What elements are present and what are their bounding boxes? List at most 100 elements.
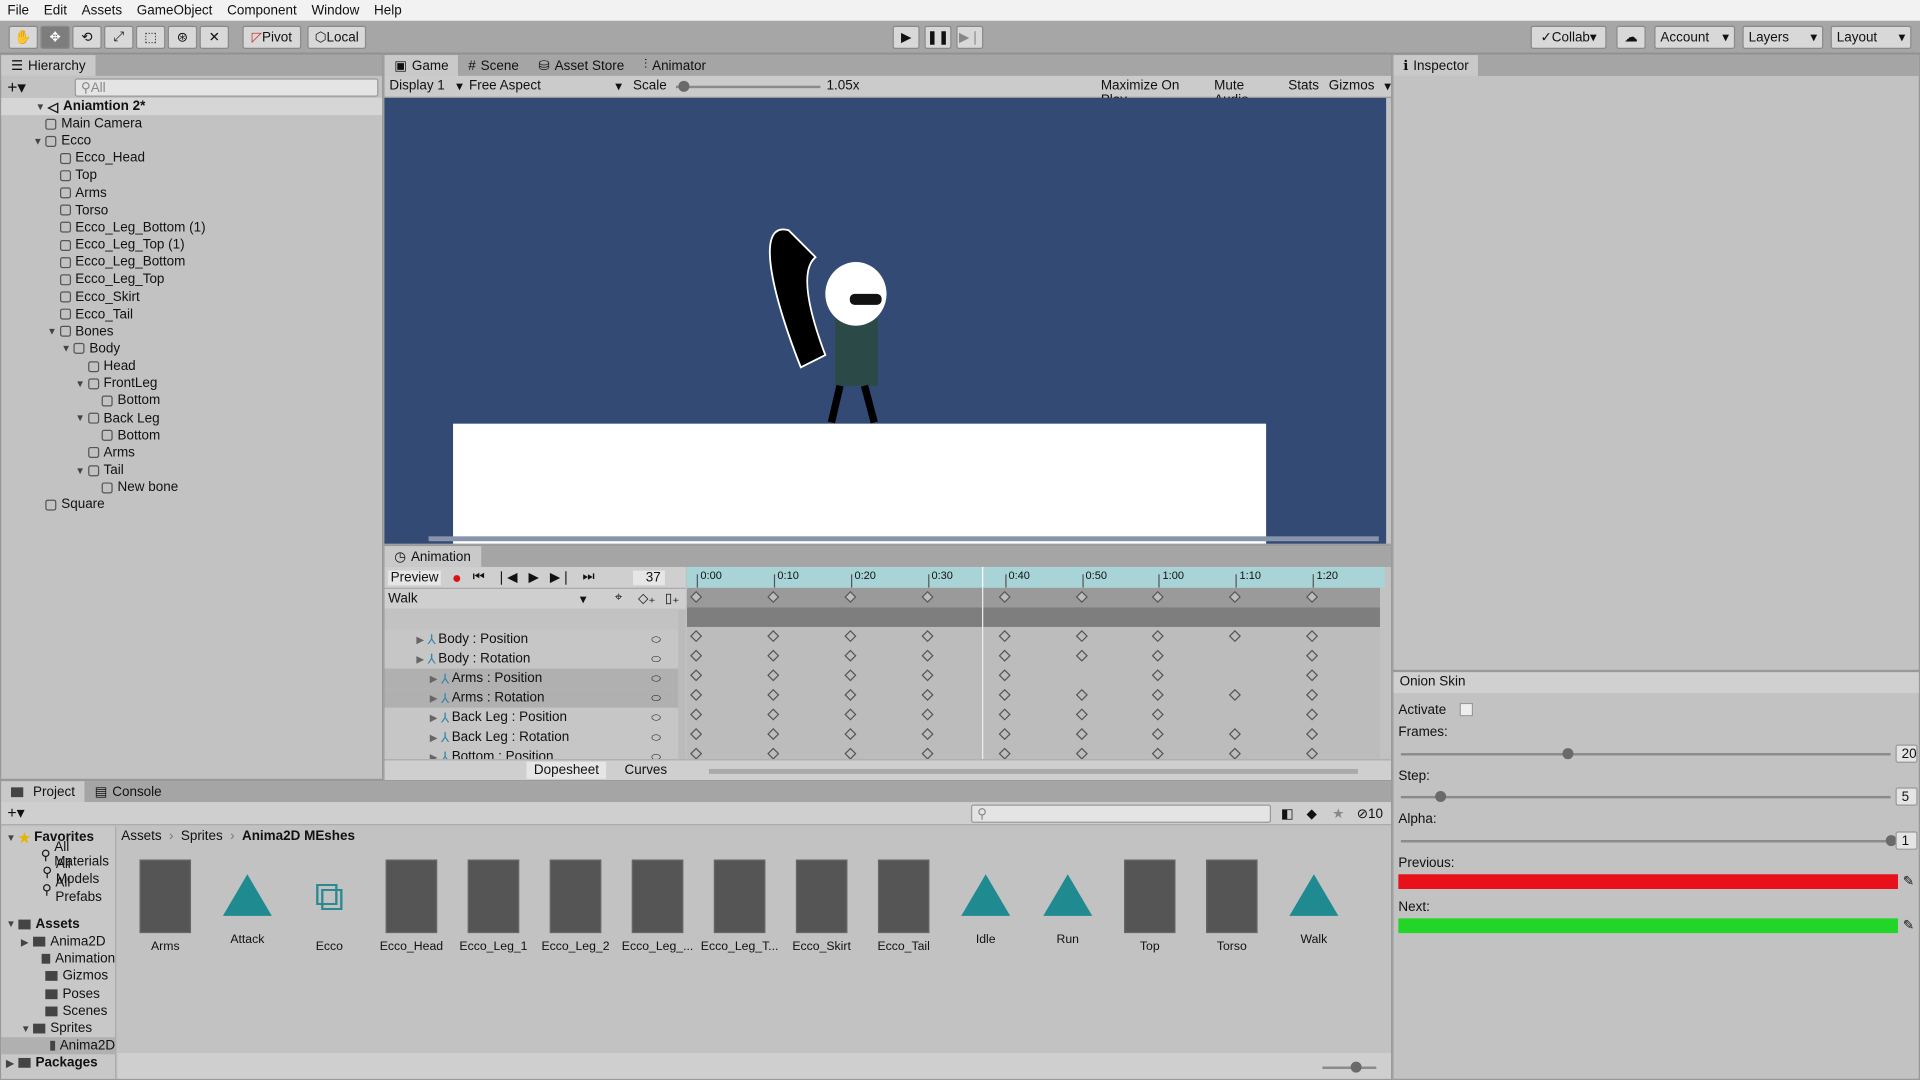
layers-dropdown[interactable]: Layers ▾	[1742, 25, 1824, 49]
asset-item[interactable]: Attack	[204, 860, 290, 947]
last-key-button[interactable]: ⏭	[583, 569, 595, 585]
pause-button[interactable]: ❚❚	[924, 25, 952, 49]
hierarchy-item[interactable]: Ecco_Leg_Bottom	[1, 254, 382, 271]
hierarchy-item[interactable]: Ecco_Tail	[1, 306, 382, 323]
hierarchy-search[interactable]: ⚲ All	[74, 78, 379, 97]
asset-item[interactable]: Ecco_Leg_2	[533, 859, 619, 954]
tab-game[interactable]: ▣ Game	[384, 55, 459, 76]
tab-console[interactable]: ▤ Console	[85, 781, 172, 802]
hierarchy-item[interactable]: Arms	[1, 184, 382, 201]
hierarchy-item[interactable]: Top	[1, 167, 382, 184]
account-dropdown[interactable]: Account ▾	[1654, 25, 1736, 49]
keyframe[interactable]	[844, 688, 857, 701]
keyframe[interactable]	[1152, 728, 1165, 741]
frames-field[interactable]: 20	[1895, 744, 1918, 763]
animation-track[interactable]: ▶ ⅄ Back Leg : Position ⬭	[384, 707, 679, 728]
project-tree-item[interactable]: Animation	[1, 950, 115, 967]
keyframe[interactable]	[921, 669, 934, 682]
keyframe[interactable]	[1229, 747, 1242, 760]
hierarchy-item[interactable]: Ecco_Leg_Top (1)	[1, 236, 382, 253]
animation-track[interactable]: ▶ ⅄ Bottom : Position ⬭	[384, 746, 679, 760]
hierarchy-item[interactable]: Ecco_Leg_Bottom (1)	[1, 219, 382, 236]
hierarchy-item[interactable]: Arms	[1, 444, 382, 461]
keyframe[interactable]	[1152, 747, 1165, 760]
breadcrumb-item[interactable]: Assets	[121, 829, 161, 844]
keyframe[interactable]	[1075, 747, 1088, 760]
add-button[interactable]: +▾	[7, 77, 26, 98]
step-button[interactable]: ▶❘	[956, 25, 984, 49]
alpha-field[interactable]: 1	[1895, 831, 1918, 850]
previous-color-swatch[interactable]	[1398, 874, 1898, 889]
tab-inspector[interactable]: ℹ Inspector	[1393, 55, 1479, 76]
keyframe[interactable]	[921, 688, 934, 701]
keyframe[interactable]	[1075, 649, 1088, 662]
menu-window[interactable]: Window	[304, 3, 367, 18]
menu-edit[interactable]: Edit	[36, 3, 74, 18]
asset-item[interactable]: ⧉ Ecco	[287, 860, 373, 954]
create-button[interactable]: +▾	[7, 803, 24, 823]
collab-button[interactable]: ✓ Collab ▾	[1530, 25, 1607, 49]
animation-track[interactable]: ▶ ⅄ Arms : Position ⬭	[384, 668, 679, 689]
expand-arrow-icon[interactable]: ▶	[430, 751, 438, 759]
play-anim-button[interactable]: ▶	[528, 569, 538, 586]
keyframe[interactable]	[1075, 688, 1088, 701]
keyframe[interactable]	[998, 747, 1011, 760]
asset-item[interactable]: Ecco_Leg_...	[615, 859, 701, 954]
hierarchy-item[interactable]: ▼ Ecco	[1, 132, 382, 149]
asset-item[interactable]: Idle	[943, 860, 1029, 947]
project-tree-item[interactable]: ▶ Anima2D	[1, 933, 115, 950]
keyframe[interactable]	[1306, 728, 1319, 741]
menu-file[interactable]: File	[0, 3, 36, 18]
tab-curves[interactable]: Curves	[617, 763, 674, 778]
keyframe[interactable]	[844, 649, 857, 662]
asset-item[interactable]: Ecco_Leg_1	[451, 859, 537, 954]
keyframe[interactable]	[1075, 630, 1088, 643]
keyframe[interactable]	[844, 708, 857, 721]
expand-arrow-icon[interactable]: ▼	[75, 378, 87, 389]
first-key-button[interactable]: ⏮	[473, 569, 485, 585]
hierarchy-item[interactable]: Main Camera	[1, 115, 382, 132]
keyframe[interactable]	[921, 747, 934, 760]
keyframe[interactable]	[1229, 728, 1242, 741]
keyframe[interactable]	[844, 669, 857, 682]
step-field[interactable]: 5	[1895, 787, 1918, 806]
preview-button[interactable]: Preview	[388, 570, 441, 585]
local-button[interactable]: ⬡ Local	[307, 25, 367, 49]
keyframe[interactable]	[998, 669, 1011, 682]
project-tree-item[interactable]: ▼ Assets	[1, 916, 115, 933]
keyframe[interactable]	[1306, 669, 1319, 682]
asset-item[interactable]: Walk	[1271, 860, 1357, 947]
hierarchy-item[interactable]: ▼ Back Leg	[1, 410, 382, 427]
keyframe[interactable]	[690, 688, 703, 701]
hierarchy-item[interactable]: Ecco_Leg_Top	[1, 271, 382, 288]
asset-item[interactable]: Ecco_Head	[369, 859, 455, 954]
project-tree-item[interactable]: ▼ Sprites	[1, 1020, 115, 1037]
aspect-dropdown[interactable]: Free Aspect ▾	[469, 78, 622, 94]
keyframe[interactable]	[1306, 688, 1319, 701]
hierarchy-item[interactable]: Head	[1, 358, 382, 375]
keyframe[interactable]	[690, 728, 703, 741]
keyframe[interactable]	[1229, 688, 1242, 701]
record-button[interactable]: ●	[452, 568, 462, 586]
keyframe[interactable]	[690, 669, 703, 682]
keyframe[interactable]	[844, 728, 857, 741]
frames-slider-handle[interactable]	[1562, 748, 1574, 760]
tab-project[interactable]: Project	[1, 781, 85, 803]
tab-asset-store[interactable]: ⛁ Asset Store	[529, 55, 634, 76]
add-event-icon[interactable]: ▯₊	[665, 590, 680, 606]
keyframe[interactable]	[1152, 688, 1165, 701]
scale-icon[interactable]: ⤢	[104, 25, 134, 49]
step-slider[interactable]	[1400, 795, 1891, 799]
curve-toggle-icon[interactable]: ⬭	[651, 691, 660, 704]
curve-toggle-icon[interactable]: ⬭	[651, 730, 660, 743]
expand-arrow-icon[interactable]: ▶	[416, 653, 424, 664]
expand-arrow-icon[interactable]: ▶	[430, 692, 438, 703]
move-icon[interactable]: ✥	[40, 25, 70, 49]
menu-assets[interactable]: Assets	[74, 3, 129, 18]
keyframe[interactable]	[998, 630, 1011, 643]
layout-dropdown[interactable]: Layout ▾	[1830, 25, 1912, 49]
curve-toggle-icon[interactable]: ⬭	[651, 711, 660, 724]
next-key-button[interactable]: ▶❘	[550, 569, 572, 586]
keyframe[interactable]	[1075, 728, 1088, 741]
tab-dopesheet[interactable]: Dopesheet	[526, 761, 607, 779]
